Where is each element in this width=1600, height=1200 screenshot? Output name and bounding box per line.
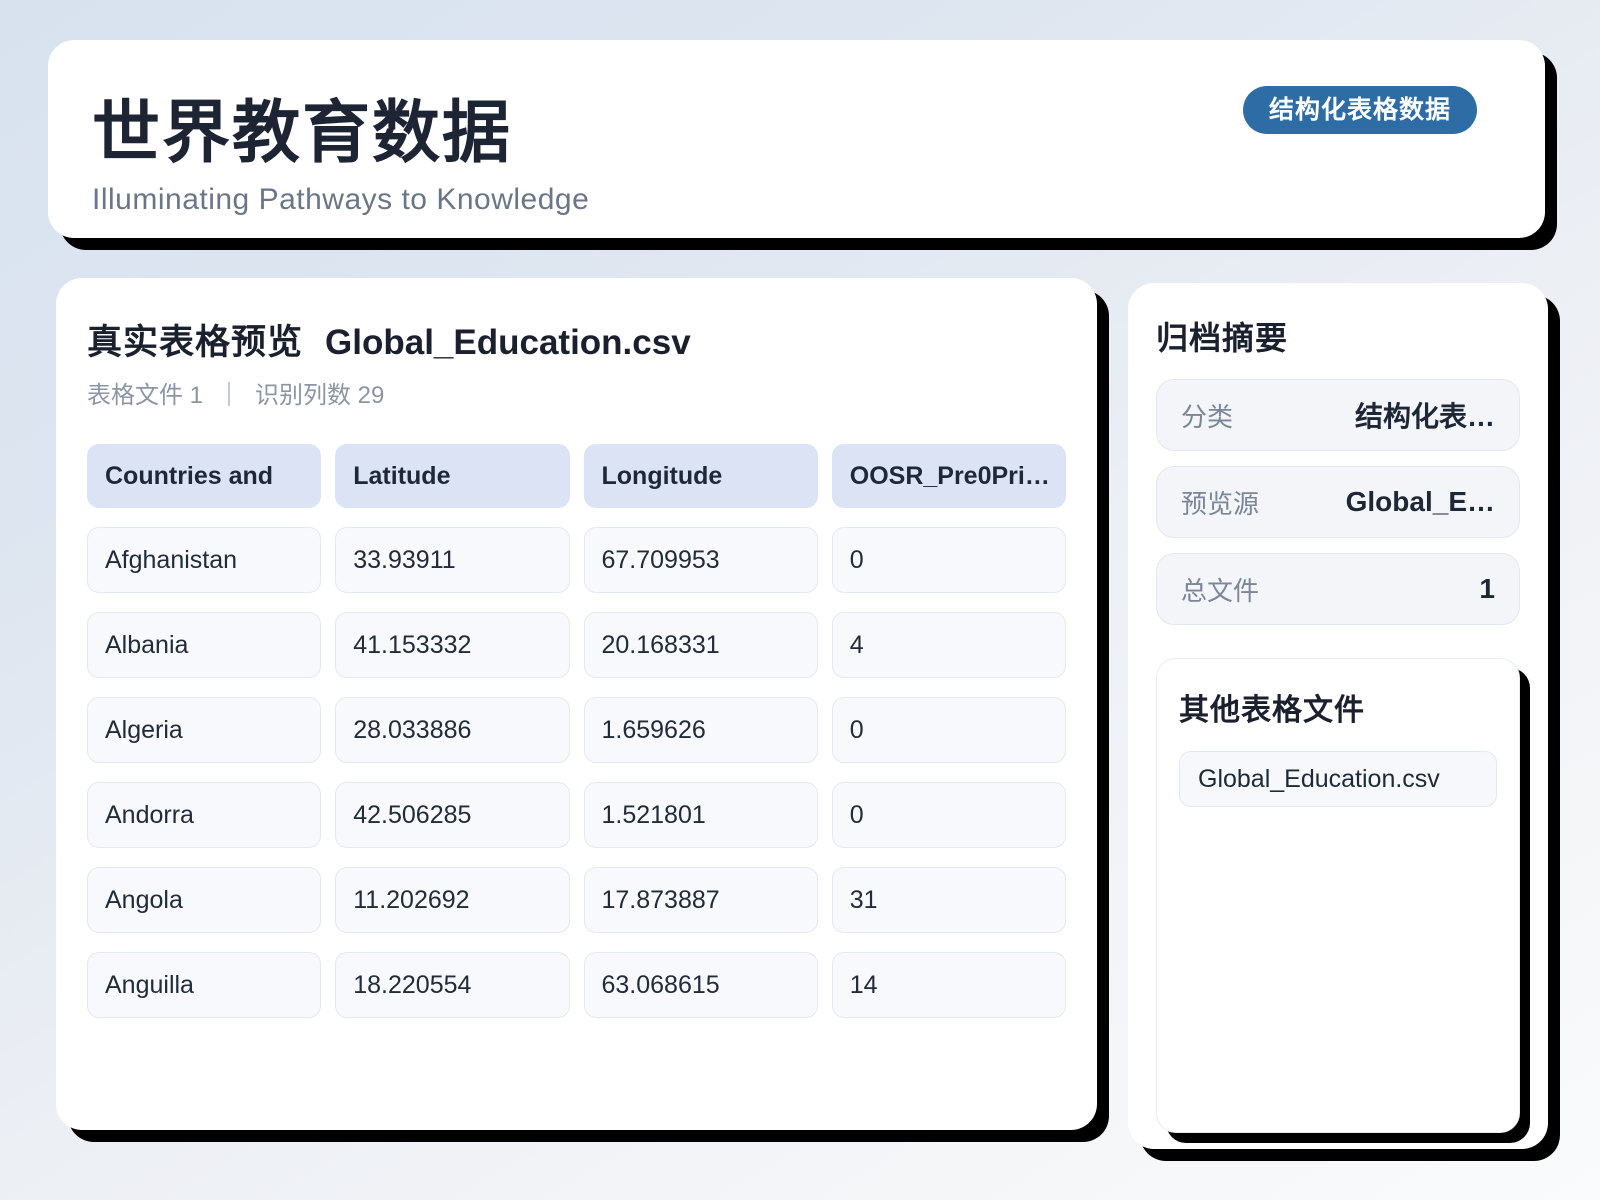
- other-files-card: 其他表格文件 Global_Education.csv: [1156, 658, 1520, 1133]
- data-table: Countries and Latitude Longitude OOSR_Pre0P…: [87, 444, 1066, 1018]
- table-cell: Angola: [87, 867, 322, 933]
- stat-label: 分类: [1181, 401, 1234, 432]
- table-cell: 28.033886: [335, 697, 570, 763]
- table-header-cell: Latitude: [335, 444, 570, 508]
- stat-value: Global_E…: [1345, 486, 1495, 517]
- table-cell: 20.168331: [583, 612, 818, 678]
- table-cell: 11.202692: [335, 867, 570, 933]
- table-header-cell: OOSR_Pre0Pri…: [831, 444, 1066, 508]
- archive-summary-card: 归档摘要 分类 结构化表… 预览源 Global_E… 总文件 1 其他表格文件…: [1128, 283, 1548, 1149]
- table-cell: 0: [831, 697, 1066, 763]
- preview-title-row: 真实表格预览 Global_Education.csv: [87, 314, 1066, 365]
- table-cell: 0: [831, 527, 1066, 593]
- table-header-cell: Countries and: [87, 444, 322, 508]
- table-cell: Anguilla: [87, 952, 322, 1018]
- meta-divider: ｜: [217, 382, 242, 409]
- page-subtitle: Illuminating Pathways to Knowledge: [92, 183, 590, 217]
- table-cell: 33.93911: [335, 527, 570, 593]
- table-cell: Andorra: [87, 782, 322, 848]
- stat-label: 预览源: [1181, 488, 1260, 519]
- table-cell: 4: [831, 612, 1066, 678]
- meta-column-count: 识别列数 29: [255, 382, 385, 409]
- header-card: 世界教育数据 Illuminating Pathways to Knowledg…: [48, 40, 1545, 238]
- meta-file-count: 表格文件 1: [87, 382, 204, 409]
- stat-value: 1: [1479, 573, 1495, 604]
- table-cell: 31: [831, 867, 1066, 933]
- stat-value: 结构化表…: [1354, 401, 1495, 432]
- table-preview-card: 真实表格预览 Global_Education.csv 表格文件 1 ｜ 识别列…: [56, 278, 1097, 1130]
- file-list-item[interactable]: Global_Education.csv: [1179, 751, 1497, 807]
- preview-file-name: Global_Education.csv: [325, 323, 691, 362]
- table-cell: 14: [831, 952, 1066, 1018]
- table-cell: 1.521801: [583, 782, 818, 848]
- table-cell: 42.506285: [335, 782, 570, 848]
- table-cell: Algeria: [87, 697, 322, 763]
- preview-meta: 表格文件 1 ｜ 识别列数 29: [87, 375, 1066, 410]
- stat-label: 总文件: [1181, 575, 1260, 606]
- preview-title: 真实表格预览: [87, 323, 304, 362]
- archive-summary-title: 归档摘要: [1156, 320, 1289, 356]
- stat-row: 预览源 Global_E…: [1156, 466, 1520, 538]
- stat-row: 分类 结构化表…: [1156, 379, 1520, 451]
- table-cell: Afghanistan: [87, 527, 322, 593]
- table-cell: Albania: [87, 612, 322, 678]
- other-files-list: Global_Education.csv: [1179, 751, 1497, 807]
- table-cell: 41.153332: [335, 612, 570, 678]
- stat-list: 分类 结构化表… 预览源 Global_E… 总文件 1: [1156, 379, 1520, 625]
- table-cell: 1.659626: [583, 697, 818, 763]
- category-badge: 结构化表格数据: [1242, 86, 1477, 134]
- other-files-title: 其他表格文件: [1179, 694, 1365, 727]
- table-cell: 18.220554: [335, 952, 570, 1018]
- table-cell: 63.068615: [583, 952, 818, 1018]
- table-header-cell: Longitude: [583, 444, 818, 508]
- table-cell: 0: [831, 782, 1066, 848]
- table-cell: 67.709953: [583, 527, 818, 593]
- table-cell: 17.873887: [583, 867, 818, 933]
- stat-row: 总文件 1: [1156, 553, 1520, 625]
